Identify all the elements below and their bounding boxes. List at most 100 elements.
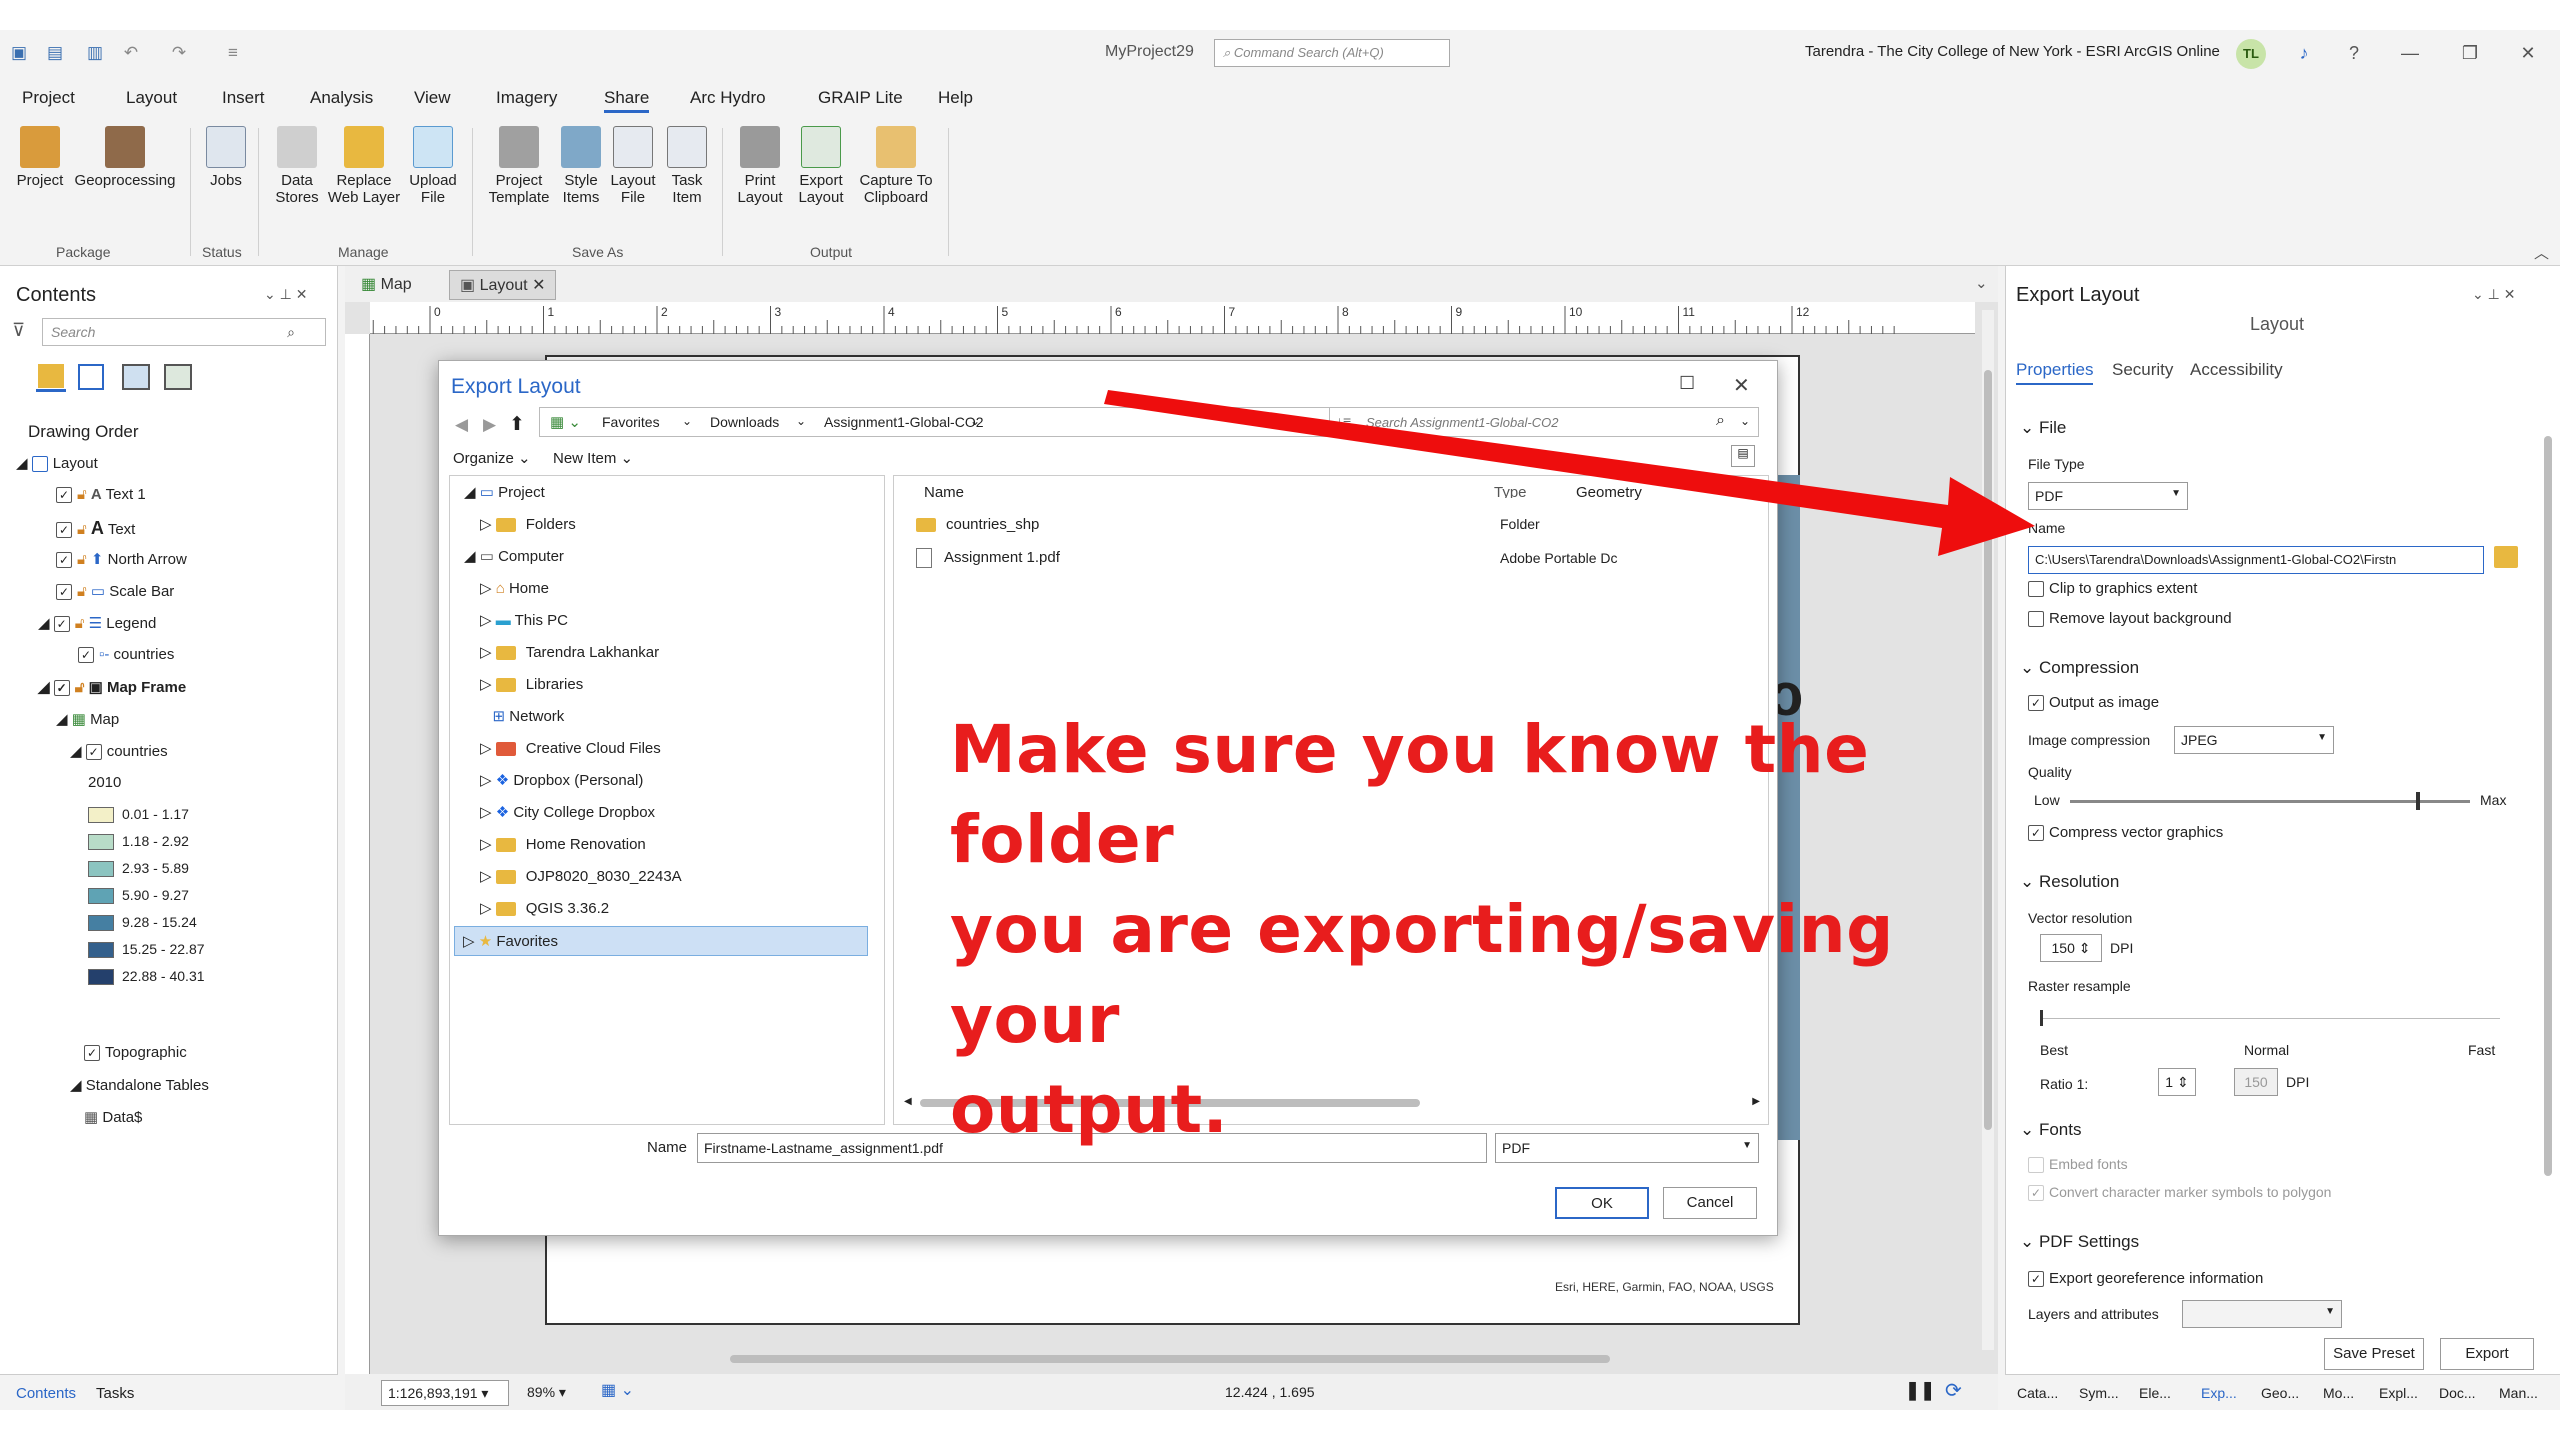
pdf-settings-section[interactable]: ⌄ PDF Settings [2020, 1232, 2139, 1252]
forward-icon[interactable]: ▶ [483, 415, 496, 435]
tab-modify[interactable]: Mo... [2323, 1385, 2354, 1401]
replace-web-layer-button[interactable]: Replace Web Layer [326, 126, 402, 206]
organize-menu[interactable]: Organize ⌄ [453, 449, 531, 467]
pause-icon[interactable]: ❚❚ [1905, 1380, 1935, 1401]
minimize-icon[interactable]: — [2392, 38, 2428, 68]
scrollbar-thumb[interactable] [2544, 436, 2552, 1176]
command-search-input[interactable]: ⌕ Command Search (Alt+Q) [1214, 39, 1450, 67]
chevron-down-icon[interactable]: ⌄ [796, 414, 806, 428]
tab-element[interactable]: Ele... [2139, 1385, 2171, 1401]
up-folder-icon[interactable]: ⬆ [509, 413, 525, 436]
quick-new-icon[interactable]: ▣ [8, 42, 30, 64]
zoom-selector[interactable]: 89% ▾ [521, 1380, 579, 1406]
tree-dropbox-personal[interactable]: ▷ ❖ Dropbox (Personal) [480, 766, 643, 796]
tree-computer[interactable]: ◢ ▭ Computer [464, 542, 564, 572]
data-stores-button[interactable]: Data Stores [272, 126, 322, 206]
customize-quick-access-icon[interactable]: ≡ [222, 42, 244, 64]
close-icon[interactable]: ✕ [2510, 38, 2546, 68]
tab-catalog[interactable]: Cata... [2017, 1385, 2058, 1401]
new-item-menu[interactable]: New Item ⌄ [553, 449, 633, 467]
layout-file-button[interactable]: Layout File [606, 126, 660, 206]
checkbox[interactable] [2028, 611, 2044, 628]
file-row[interactable]: Assignment 1.pdf [916, 548, 1060, 568]
export-button[interactable]: Export [2440, 1338, 2534, 1370]
horizontal-scrollbar[interactable] [370, 1352, 1970, 1366]
contents-search-input[interactable]: Search ⌕ [42, 318, 326, 346]
tab-manage[interactable]: Man... [2499, 1385, 2538, 1401]
project-template-button[interactable]: Project Template [484, 126, 554, 206]
tree-creative-cloud[interactable]: ▷ Creative Cloud Files [480, 734, 661, 764]
compression-section[interactable]: ⌄ Compression [2020, 658, 2139, 678]
layer-topographic[interactable]: ✓ Topographic [84, 1044, 187, 1062]
tab-explore[interactable]: Expl... [2379, 1385, 2418, 1401]
tree-home[interactable]: ▷ ⌂ Home [480, 574, 549, 604]
list-by-source-icon[interactable] [78, 364, 104, 390]
scrollbar-thumb[interactable] [730, 1355, 1610, 1363]
layer-legend[interactable]: ◢ ✓ 🔓︎ ☰ Legend [38, 614, 156, 633]
pane-options-icon[interactable]: ⌄ ⊥ ✕ [264, 286, 307, 303]
tree-home-renovation[interactable]: ▷ Home Renovation [480, 830, 646, 860]
visibility-checkbox[interactable]: ✓ [56, 487, 72, 504]
raster-resample-slider[interactable] [2040, 1010, 2500, 1026]
chevron-down-icon[interactable]: ⌄ [1740, 414, 1750, 428]
list-by-drawing-order-icon[interactable] [36, 362, 66, 392]
file-type-select[interactable]: PDF ▼ [2028, 482, 2188, 510]
layer-countries[interactable]: ◢ ✓ countries [70, 742, 168, 761]
ratio-stepper[interactable]: 1 ⇕ [2158, 1068, 2196, 1096]
visibility-checkbox[interactable]: ✓ [56, 522, 72, 539]
column-geometry[interactable]: Geometry [1576, 484, 1642, 501]
ok-button[interactable]: OK [1555, 1187, 1649, 1219]
visibility-checkbox[interactable]: ✓ [53, 616, 70, 633]
tab-accessibility[interactable]: Accessibility [2190, 360, 2283, 380]
tree-favorites[interactable]: ▷ ★ Favorites [454, 926, 868, 956]
task-item-button[interactable]: Task Item [662, 126, 712, 206]
file-section[interactable]: ⌄ File [2020, 418, 2066, 438]
file-row[interactable]: countries_shp [916, 516, 1039, 533]
breadcrumb-favorites[interactable]: Favorites [602, 414, 660, 430]
redo-icon[interactable]: ↷ [168, 42, 190, 64]
notifications-icon[interactable]: ♪ [2286, 38, 2322, 68]
filter-icon[interactable]: ⊽ [12, 320, 25, 341]
sort-icon[interactable]: ↓≡ [1336, 413, 1351, 429]
list-by-selection-icon[interactable] [122, 364, 150, 390]
tab-analysis[interactable]: Analysis [310, 88, 373, 108]
visibility-checkbox[interactable]: ✓ [78, 647, 94, 664]
tab-help[interactable]: Help [938, 88, 973, 108]
quality-slider[interactable] [2070, 792, 2470, 810]
visibility-checkbox[interactable]: ✓ [84, 1045, 100, 1062]
tab-layout[interactable]: Layout [126, 88, 177, 108]
tab-tasks[interactable]: Tasks [96, 1385, 134, 1402]
layer-layout[interactable]: ◢ Layout [16, 454, 98, 473]
tree-user-folder[interactable]: ▷ Tarendra Lakhankar [480, 638, 659, 668]
tree-network[interactable]: ⊞ Network [480, 702, 565, 732]
layer-map[interactable]: ◢ ▦ Map [56, 710, 119, 728]
project-package-button[interactable]: Project [12, 126, 68, 189]
cancel-button[interactable]: Cancel [1663, 1187, 1757, 1219]
grid-icon[interactable]: ▦ ⌄ [601, 1380, 634, 1400]
tab-security[interactable]: Security [2112, 360, 2173, 380]
address-bar[interactable]: ▦ ⌄ Favorites ⌄ Downloads ⌄ Assignment1-… [539, 407, 1445, 437]
tab-view[interactable]: View [414, 88, 451, 108]
view-options-icon[interactable]: ▤ [1731, 445, 1755, 467]
georeference-option[interactable]: ✓ Export georeference information [2028, 1270, 2263, 1288]
back-icon[interactable]: ◀ [455, 415, 468, 435]
save-preset-button[interactable]: Save Preset [2324, 1338, 2424, 1370]
layer-scale-bar[interactable]: ✓ 🔓︎ ▭ Scale Bar [56, 582, 174, 601]
visibility-checkbox[interactable]: ✓ [85, 744, 102, 761]
checkbox[interactable] [2028, 581, 2044, 598]
refresh-icon[interactable]: ⟳ [1945, 1378, 1962, 1403]
collapse-ribbon-icon[interactable]: ︿ [2534, 242, 2549, 263]
tab-documents[interactable]: Doc... [2439, 1385, 2476, 1401]
remove-background-option[interactable]: Remove layout background [2028, 610, 2232, 628]
breadcrumb-downloads[interactable]: Downloads [710, 414, 779, 430]
tree-ojp-folder[interactable]: ▷ OJP8020_8030_2243A [480, 862, 682, 892]
capture-to-clipboard-button[interactable]: Capture To Clipboard [854, 126, 938, 206]
legend-item-countries[interactable]: ✓ ▫- countries [78, 646, 174, 664]
tab-imagery[interactable]: Imagery [496, 88, 557, 108]
scale-selector[interactable]: 1:126,893,191 ▾ [381, 1380, 509, 1406]
help-button[interactable]: ? [2336, 38, 2372, 68]
clip-graphics-option[interactable]: Clip to graphics extent [2028, 580, 2197, 598]
browse-folder-icon[interactable] [2494, 546, 2518, 568]
chevron-down-icon[interactable]: ⌄ [682, 414, 692, 428]
layer-text[interactable]: ✓ 🔓︎ A Text [56, 518, 135, 539]
